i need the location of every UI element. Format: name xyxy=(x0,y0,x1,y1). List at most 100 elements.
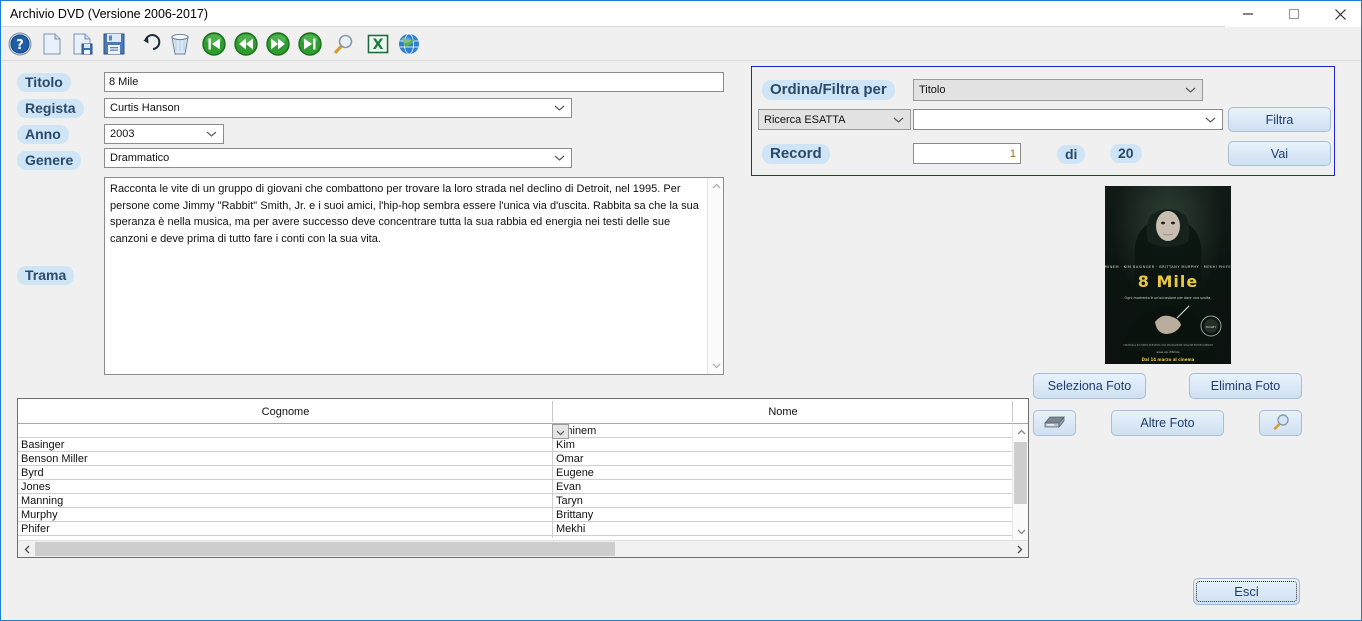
trama-textarea[interactable]: Racconta le vite di un gruppo di giovani… xyxy=(104,177,724,375)
genere-value: Drammatico xyxy=(110,152,170,164)
previous-record-icon[interactable] xyxy=(233,31,259,57)
anno-value: 2003 xyxy=(110,128,135,140)
sort-field-select[interactable]: Titolo xyxy=(913,79,1203,101)
table-row[interactable]: Byrd Eugene xyxy=(18,466,1013,480)
svg-text:EMINEM · KIM BASINGER · BRITTA: EMINEM · KIM BASINGER · BRITTANY MURPHY … xyxy=(1105,265,1231,269)
save-as-icon[interactable] xyxy=(70,31,96,57)
cell-nome[interactable]: Brittany xyxy=(553,508,1003,522)
dvd-cover-image: EMINEM · KIM BASINGER · BRITTANY MURPHY … xyxy=(1105,186,1231,364)
help-icon[interactable]: ? xyxy=(7,31,33,57)
grid-vertical-scrollbar[interactable] xyxy=(1012,424,1028,540)
grid-header-nome[interactable]: Nome xyxy=(553,399,1013,424)
filter-panel: Ordina/Filtra per Titolo Ricerca ESATTA … xyxy=(751,66,1335,176)
cell-cognome[interactable]: Byrd xyxy=(18,466,552,480)
seleziona-foto-button[interactable]: Seleziona Foto xyxy=(1033,373,1146,399)
close-button[interactable] xyxy=(1317,1,1361,27)
scanner-button[interactable] xyxy=(1033,410,1076,436)
cell-nome[interactable]: Taryn xyxy=(553,494,1003,508)
chevron-down-icon xyxy=(206,131,217,138)
grid-horizontal-scrollbar[interactable] xyxy=(18,540,1028,557)
table-row[interactable]: Manning Taryn xyxy=(18,494,1013,508)
search-mode-select[interactable]: Ricerca ESATTA xyxy=(758,109,911,130)
cell-nome[interactable]: Mekhi xyxy=(553,522,1003,536)
cell-nome[interactable]: Eminem xyxy=(553,424,1003,438)
cell-cognome[interactable]: Manning xyxy=(18,494,552,508)
elimina-foto-button[interactable]: Elimina Foto xyxy=(1189,373,1302,399)
chevron-down-icon xyxy=(554,105,565,112)
new-document-icon[interactable] xyxy=(39,31,65,57)
grid-horizontal-thumb[interactable] xyxy=(35,542,615,556)
scroll-up-icon[interactable] xyxy=(708,178,724,194)
scroll-down-icon[interactable] xyxy=(708,358,724,374)
trama-text: Racconta le vite di un gruppo di giovani… xyxy=(110,183,699,245)
cell-cognome[interactable]: Phifer xyxy=(18,522,552,536)
vai-button[interactable]: Vai xyxy=(1228,141,1331,166)
search-magnifier-icon[interactable] xyxy=(330,31,356,57)
genere-select[interactable]: Drammatico xyxy=(104,148,572,168)
grid-body: Eminem Basinger Kim Benson Miller Omar B… xyxy=(18,424,1013,538)
regista-label: Regista xyxy=(17,99,84,118)
altre-foto-button[interactable]: Altre Foto xyxy=(1111,410,1224,436)
regista-select[interactable]: Curtis Hanson xyxy=(104,98,572,118)
anno-select[interactable]: 2003 xyxy=(104,124,224,144)
cell-dropdown-button[interactable] xyxy=(552,424,569,439)
titolo-input[interactable]: 8 Mile xyxy=(104,72,724,92)
grid-header-cognome-label: Cognome xyxy=(261,405,310,418)
maximize-button[interactable] xyxy=(1271,1,1317,27)
application-window: Archivio DVD (Versione 2006-2017) ? X Ti… xyxy=(0,0,1362,621)
cell-cognome[interactable]: Wilson xyxy=(18,536,552,538)
zoom-photo-button[interactable] xyxy=(1259,410,1302,436)
table-row[interactable]: Eminem xyxy=(18,424,1013,439)
chevron-down-icon xyxy=(556,425,565,439)
filtra-button[interactable]: Filtra xyxy=(1228,107,1331,132)
cell-nome[interactable]: Eugene xyxy=(553,466,1003,480)
first-record-icon[interactable] xyxy=(201,31,227,57)
regista-value: Curtis Hanson xyxy=(110,102,180,114)
cell-nome[interactable]: De'Angelo xyxy=(553,536,1003,538)
anno-label: Anno xyxy=(17,125,69,144)
cell-cognome[interactable]: Murphy xyxy=(18,508,552,522)
table-row[interactable]: Wilson De'Angelo xyxy=(18,536,1013,538)
toolbar: ? X xyxy=(1,27,1361,61)
cell-cognome[interactable] xyxy=(18,424,552,438)
scroll-right-icon[interactable] xyxy=(1011,541,1028,557)
search-value-select[interactable] xyxy=(913,109,1223,130)
table-row[interactable]: Phifer Mekhi xyxy=(18,522,1013,536)
grid-vertical-thumb[interactable] xyxy=(1014,442,1027,504)
svg-text:Dal 14 marzo al cinema: Dal 14 marzo al cinema xyxy=(1142,357,1195,362)
cell-nome[interactable]: Kim xyxy=(553,438,1003,452)
table-row[interactable]: Murphy Brittany xyxy=(18,508,1013,522)
cell-cognome[interactable]: Benson Miller xyxy=(18,452,552,466)
cell-cognome[interactable]: Basinger xyxy=(18,438,552,452)
svg-text:DOLBY: DOLBY xyxy=(1206,325,1216,329)
next-record-icon[interactable] xyxy=(265,31,291,57)
magnifier-icon xyxy=(1271,412,1291,435)
cell-cognome[interactable]: Jones xyxy=(18,480,552,494)
minimize-button[interactable] xyxy=(1225,1,1271,27)
cell-nome[interactable]: Evan xyxy=(553,480,1003,494)
titolo-label: Titolo xyxy=(17,73,71,92)
save-icon[interactable] xyxy=(101,31,127,57)
table-row[interactable]: Basinger Kim xyxy=(18,438,1013,452)
window-title: Archivio DVD (Versione 2006-2017) xyxy=(10,7,209,21)
scroll-left-icon[interactable] xyxy=(18,541,35,557)
grid-header-nome-label: Nome xyxy=(768,405,798,418)
undo-icon[interactable] xyxy=(135,31,161,57)
svg-text:www.uip.it/8mile: www.uip.it/8mile xyxy=(1156,350,1180,354)
scroll-up-icon[interactable] xyxy=(1013,424,1029,440)
cast-grid[interactable]: Cognome Nome Eminem Basinger Kim Benson … xyxy=(17,398,1029,558)
cell-nome[interactable]: Omar xyxy=(553,452,1003,466)
table-row[interactable]: Jones Evan xyxy=(18,480,1013,494)
trama-scrollbar[interactable] xyxy=(707,178,723,374)
esci-button[interactable]: Esci xyxy=(1193,578,1300,605)
web-globe-icon[interactable] xyxy=(396,31,422,57)
record-current-input[interactable]: 1 xyxy=(913,143,1021,164)
delete-trash-icon[interactable] xyxy=(167,31,193,57)
grid-header-cognome[interactable]: Cognome xyxy=(18,399,553,424)
excel-export-icon[interactable]: X xyxy=(365,31,391,57)
svg-text:?: ? xyxy=(16,38,24,53)
table-row[interactable]: Benson Miller Omar xyxy=(18,452,1013,466)
scroll-down-icon[interactable] xyxy=(1013,524,1029,540)
record-label: Record xyxy=(762,144,830,164)
last-record-icon[interactable] xyxy=(297,31,323,57)
